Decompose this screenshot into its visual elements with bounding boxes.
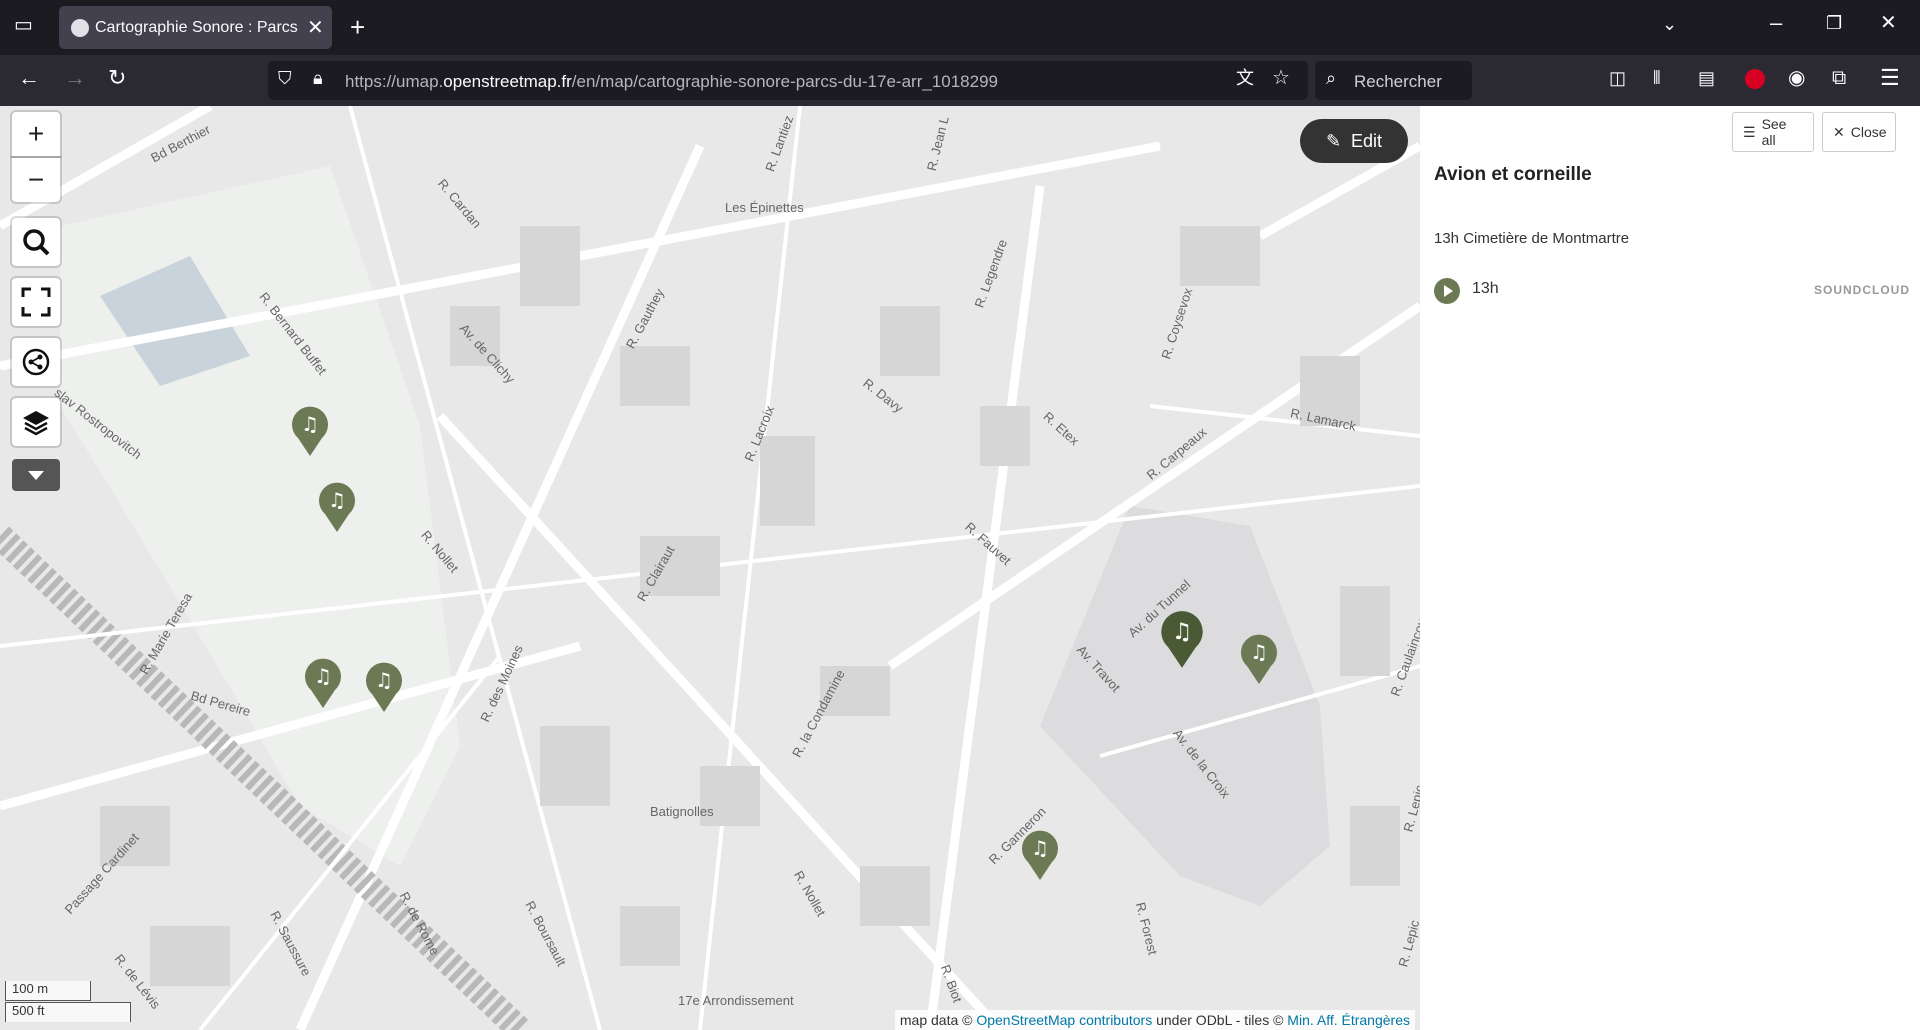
sound-marker[interactable]: ♫: [290, 404, 330, 456]
url-text[interactable]: https://umap.openstreetmap.fr/en/map/car…: [345, 72, 998, 92]
browser-tab[interactable]: Cartographie Sonore : Parcs du ✕: [59, 6, 332, 49]
close-label: Close: [1850, 124, 1887, 140]
window-close-icon[interactable]: ✕: [1880, 13, 1897, 33]
magnifier-icon: [23, 229, 50, 256]
osm-link[interactable]: OpenStreetMap contributors: [976, 1012, 1152, 1028]
sound-marker[interactable]: ♫: [317, 480, 357, 532]
list-icon: ☰: [1743, 123, 1756, 140]
tab-bar: ▭ Cartographie Sonore : Parcs du ✕ + ⌄ –…: [0, 0, 1920, 55]
edit-label: Edit: [1351, 130, 1383, 151]
list-all-tabs-icon[interactable]: ⌄: [1662, 15, 1677, 33]
menu-icon[interactable]: ☰: [1880, 67, 1900, 89]
sound-marker-selected[interactable]: ♫: [1159, 608, 1205, 668]
svg-text:♫: ♫: [1172, 619, 1193, 645]
sidebar-icon[interactable]: ▤: [1698, 69, 1715, 87]
scale-imperial: 500 ft: [5, 1002, 131, 1022]
zoom-out-button[interactable]: −: [12, 158, 60, 202]
tab-favicon-icon: [71, 19, 89, 37]
back-icon[interactable]: ←: [18, 67, 40, 89]
layers-icon: [23, 411, 49, 436]
map-tiles: [0, 106, 1420, 1030]
library-icon[interactable]: ⫴: [1653, 69, 1661, 87]
map-canvas[interactable]: Bd Berthier R. Cardan Les Épinettes R. G…: [0, 106, 1420, 1030]
scale-bar: 100 m 500 ft: [5, 981, 131, 1022]
track-label: 13h: [1472, 280, 1499, 297]
fullscreen-button[interactable]: [12, 278, 60, 326]
sound-marker[interactable]: ♫: [1239, 632, 1279, 684]
play-button[interactable]: [1434, 278, 1460, 304]
place-label: Batignolles: [650, 804, 714, 819]
see-all-button[interactable]: ☰ See all: [1732, 112, 1814, 152]
tab-close-icon[interactable]: ✕: [307, 15, 324, 40]
see-all-label: See all: [1761, 116, 1787, 148]
shield-icon[interactable]: ⛉: [278, 69, 292, 87]
svg-text:♫: ♫: [1031, 836, 1049, 860]
feature-panel: ☰ See all ✕ Close Avion et corneille 13h…: [1420, 106, 1920, 1030]
svg-text:♫: ♫: [1250, 640, 1268, 664]
attribution-prefix: map data ©: [899, 1012, 977, 1028]
search-placeholder[interactable]: Rechercher: [1354, 72, 1442, 92]
tiles-link[interactable]: Min. Aff. Étrangères: [1287, 1012, 1410, 1028]
fullscreen-icon: [21, 287, 51, 317]
soundcloud-logo[interactable]: SOUNDCLOUD: [1814, 283, 1910, 297]
share-button[interactable]: [12, 338, 60, 386]
svg-text:♫: ♫: [301, 412, 319, 436]
edit-button[interactable]: ✎ Edit: [1300, 119, 1408, 163]
scale-metric: 100 m: [5, 981, 91, 1001]
translate-icon[interactable]: 文: [1236, 69, 1254, 87]
extension-red-icon[interactable]: [1745, 69, 1765, 89]
zoom-in-button[interactable]: +: [12, 112, 60, 156]
feature-title: Avion et corneille: [1434, 164, 1592, 185]
sound-marker[interactable]: ♫: [1020, 828, 1060, 880]
caret-down-icon: [28, 471, 44, 480]
extensions-icon[interactable]: ⧉: [1832, 68, 1846, 88]
restore-icon[interactable]: ❐: [1826, 14, 1842, 32]
svg-text:♫: ♫: [328, 488, 346, 512]
feature-description: 13h Cimetière de Montmartre: [1434, 230, 1630, 247]
new-tab-icon[interactable]: +: [350, 14, 365, 40]
place-label: 17e Arrondissement: [678, 993, 794, 1008]
close-icon: ✕: [1833, 123, 1845, 140]
share-icon: [22, 348, 50, 376]
bookmark-star-icon[interactable]: ☆: [1272, 68, 1290, 88]
account-icon[interactable]: ◉: [1788, 68, 1805, 88]
pencil-icon: ✎: [1325, 130, 1342, 151]
minimize-icon[interactable]: –: [1770, 12, 1782, 34]
more-controls-toggle[interactable]: [12, 459, 60, 491]
play-icon: [1444, 285, 1453, 297]
svg-text:♫: ♫: [314, 664, 332, 688]
reload-icon[interactable]: ↻: [108, 67, 126, 89]
attribution-mid: under ODbL - tiles ©: [1152, 1012, 1288, 1028]
close-button[interactable]: ✕ Close: [1822, 112, 1896, 152]
attribution: map data © OpenStreetMap contributors un…: [894, 1010, 1415, 1030]
pocket-icon[interactable]: ◫: [1609, 69, 1626, 87]
svg-text:♫: ♫: [375, 668, 393, 692]
search-map-button[interactable]: [12, 218, 60, 266]
tab-list-icon[interactable]: ▭: [14, 15, 33, 35]
sound-marker[interactable]: ♫: [364, 660, 404, 712]
tab-title: Cartographie Sonore : Parcs du: [95, 19, 300, 36]
soundcloud-player: 13h SOUNDCLOUD: [1434, 274, 1910, 304]
forward-icon[interactable]: →: [64, 67, 86, 89]
layers-button[interactable]: [12, 398, 60, 446]
place-label: Les Épinettes: [725, 200, 804, 215]
search-icon: ⌕: [1326, 68, 1337, 88]
lock-icon[interactable]: 🔒︎: [313, 69, 323, 87]
sound-marker[interactable]: ♫: [303, 656, 343, 708]
